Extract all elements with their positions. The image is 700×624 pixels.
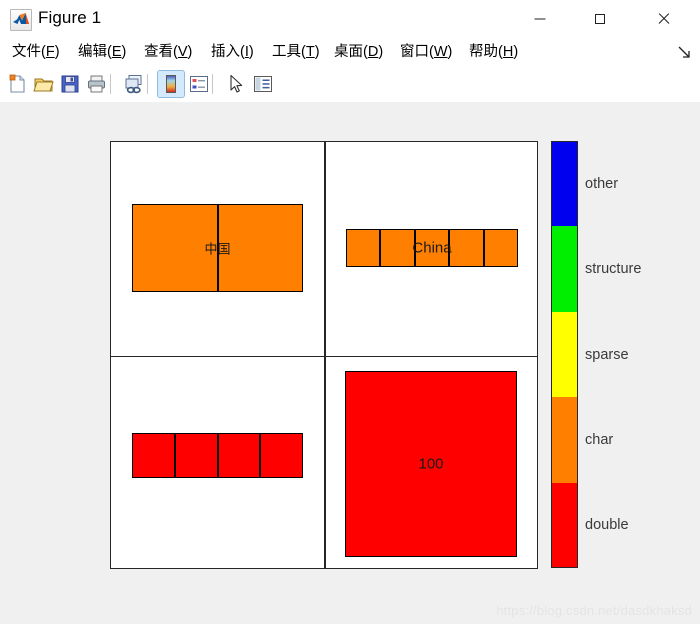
menu-item-label-end: ) — [187, 44, 193, 60]
menu-item-insert[interactable]: 插入(I) — [207, 38, 258, 66]
block-char-en-cell[interactable] — [414, 229, 450, 267]
watermark: https://blog.csdn.net/dasdkhaksd — [496, 603, 692, 618]
axes-top-right[interactable]: China — [325, 141, 538, 358]
menu-item-mnemonic: T — [305, 44, 315, 60]
colorbar-segment-char — [552, 397, 577, 483]
menu-item-label: 文件( — [12, 44, 46, 60]
menu-item-label-end: ) — [248, 44, 254, 60]
block-double-100-cell[interactable] — [345, 371, 517, 557]
block-char-cn-cell[interactable] — [217, 204, 303, 292]
edit-pointer-icon-glyph — [225, 73, 247, 100]
close-icon — [657, 12, 671, 26]
toolbar — [0, 66, 700, 103]
matlab-figure-window: Figure 1 文件(F) 编辑(E) 查看(V) 插入(I) 工具(T) 桌面(D) 窗… — [0, 0, 700, 624]
menu-item-help[interactable]: 帮助(H) — [465, 38, 522, 66]
new-figure-icon[interactable] — [5, 71, 31, 97]
window-title: Figure 1 — [38, 8, 102, 27]
menu-item-view[interactable]: 查看(V) — [140, 38, 196, 66]
colorbar-segment-double — [552, 482, 577, 567]
menu-item-label: 窗口( — [400, 44, 434, 60]
link-plot-icon-glyph — [123, 73, 145, 100]
colorbar-segment-char-label: char — [585, 431, 614, 448]
axes-bottom-left[interactable] — [110, 356, 325, 569]
block-double-row-cell[interactable] — [132, 433, 175, 478]
minimize-button[interactable] — [517, 0, 563, 38]
menu-item-label-end: ) — [54, 44, 60, 60]
property-editor-icon[interactable] — [250, 71, 276, 97]
menu-bar: 文件(F) 编辑(E) 查看(V) 插入(I) 工具(T) 桌面(D) 窗口(W) 帮助(H) — [0, 38, 700, 66]
toolbar-separator — [110, 74, 111, 94]
open-file-icon[interactable] — [31, 71, 57, 97]
menu-item-label-end: ) — [314, 44, 320, 60]
colorbar-segment-double-label: double — [585, 517, 629, 534]
maximize-icon — [595, 14, 605, 24]
block-double-row-cell[interactable] — [174, 433, 218, 478]
edit-pointer-icon[interactable] — [223, 71, 249, 97]
menu-item-label-end: ) — [121, 44, 127, 60]
toolbar-separator — [147, 74, 148, 94]
menu-item-tools[interactable]: 工具(T) — [268, 38, 324, 66]
colorbar-segment-other-label: other — [585, 175, 619, 192]
block-double-row-cell[interactable] — [217, 433, 261, 478]
figure-canvas: 中国 China 100 other structure sparse char double — [0, 102, 700, 624]
menu-item-mnemonic: W — [433, 44, 448, 60]
legend-icon-glyph — [188, 73, 210, 100]
menu-item-label: 工具( — [272, 44, 306, 60]
menu-item-label: 查看( — [144, 44, 178, 60]
block-char-cn-cell[interactable] — [132, 204, 218, 292]
colorbar-icon[interactable] — [157, 70, 185, 100]
menu-item-mnemonic: H — [502, 44, 514, 60]
colorbar-icon-glyph — [160, 73, 182, 100]
menu-item-label: 插入( — [211, 44, 245, 60]
undock-arrow-icon[interactable] — [676, 44, 692, 60]
toolbar-separator — [212, 74, 213, 94]
menu-item-label: 帮助( — [469, 44, 503, 60]
block-char-en-cell[interactable] — [449, 229, 484, 267]
colorbar-segment-structure-label: structure — [585, 261, 642, 278]
open-file-icon-glyph — [33, 73, 55, 100]
minimize-icon — [534, 18, 546, 20]
block-double-row-cell[interactable] — [260, 433, 303, 478]
close-button[interactable] — [641, 0, 687, 38]
colorbar-segment-other — [552, 142, 577, 227]
menu-item-label-end: ) — [513, 44, 519, 60]
menu-item-label-end: ) — [447, 44, 453, 60]
block-char-en-cell[interactable] — [346, 229, 381, 267]
menu-item-mnemonic: D — [367, 44, 379, 60]
menu-item-mnemonic: F — [45, 44, 55, 60]
axes-top-left[interactable]: 中国 — [110, 141, 325, 358]
link-plot-icon[interactable] — [121, 71, 147, 97]
menu-item-desktop[interactable]: 桌面(D) — [330, 38, 387, 66]
print-figure-icon[interactable] — [84, 71, 110, 97]
save-figure-icon-glyph — [59, 73, 81, 100]
menu-item-file[interactable]: 文件(F) — [8, 38, 64, 66]
menu-item-label-end: ) — [378, 44, 384, 60]
block-char-en-cell[interactable] — [483, 229, 518, 267]
menu-item-edit[interactable]: 编辑(E) — [74, 38, 130, 66]
menu-item-label: 桌面( — [334, 44, 368, 60]
colorbar-segment-sparse-label: sparse — [585, 346, 629, 363]
maximize-button[interactable] — [577, 0, 623, 38]
menu-item-mnemonic: V — [177, 44, 188, 60]
axes-bottom-right[interactable]: 100 — [325, 356, 538, 569]
menu-item-mnemonic: E — [111, 44, 122, 60]
title-bar: Figure 1 — [0, 0, 700, 38]
legend-icon[interactable] — [186, 71, 212, 97]
matlab-figure-icon — [10, 9, 32, 31]
colorbar[interactable] — [551, 141, 578, 568]
menu-item-label: 编辑( — [78, 44, 112, 60]
property-editor-icon-glyph — [252, 73, 274, 100]
menu-item-window[interactable]: 窗口(W) — [396, 38, 456, 66]
block-char-en-cell[interactable] — [380, 229, 415, 267]
save-figure-icon[interactable] — [57, 71, 83, 97]
new-figure-icon-glyph — [7, 73, 29, 100]
colorbar-segment-structure — [552, 226, 577, 312]
print-figure-icon-glyph — [86, 73, 108, 100]
colorbar-segment-sparse — [552, 311, 577, 398]
